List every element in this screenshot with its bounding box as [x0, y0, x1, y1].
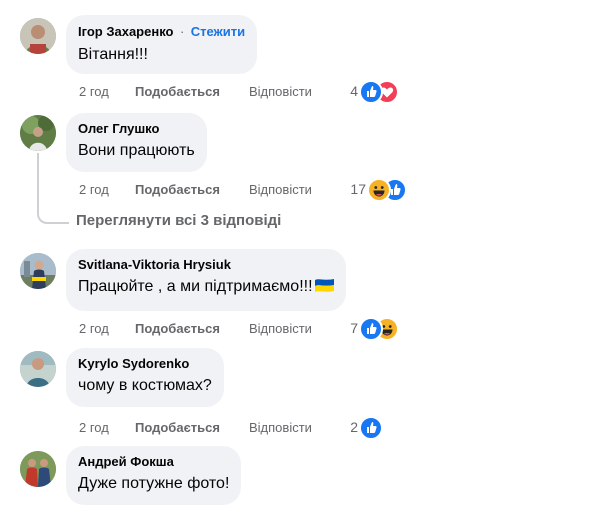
comment-bubble: Ігор Захаренко · Стежити Вітання!!! [66, 15, 258, 74]
comment-bubble: Андрей Фокша Дуже потужне фото! [66, 446, 242, 505]
like-button[interactable]: Подобається [135, 321, 220, 337]
haha-icon [367, 178, 391, 202]
follow-button[interactable]: Стежити [191, 24, 245, 39]
like-icon [359, 416, 383, 440]
reaction-summary[interactable]: 17 [346, 178, 412, 202]
view-all-replies-link[interactable]: Переглянути всі 3 відповіді [76, 212, 281, 229]
comment-author[interactable]: Олег Глушко [78, 121, 195, 137]
comment-text: Вони працюють [78, 142, 195, 159]
thread-connector-line [37, 153, 69, 224]
comment-text: Працюйте , а ми підтримаємо!!! [78, 278, 313, 295]
reaction-count: 17 [350, 181, 366, 197]
comment-bubble: Олег Глушко Вони працюють [66, 113, 207, 172]
reaction-summary[interactable]: 4 [340, 80, 404, 104]
comment-time[interactable]: 2 год [79, 321, 109, 337]
avatar[interactable] [20, 351, 56, 387]
comment-author[interactable]: Андрей Фокша [78, 454, 229, 470]
like-button[interactable]: Подобається [135, 420, 220, 436]
reaction-count: 7 [350, 320, 358, 336]
comment-time[interactable]: 2 год [79, 420, 109, 436]
reply-button[interactable]: Відповісти [249, 321, 312, 337]
ukraine-flag-icon [314, 277, 334, 292]
comment-author[interactable]: Svitlana-Viktoria Hrysiuk [78, 257, 334, 273]
comment-time[interactable]: 2 год [79, 182, 109, 198]
like-icon [359, 317, 383, 341]
like-button[interactable]: Подобається [135, 182, 220, 198]
comment-time[interactable]: 2 год [79, 84, 109, 100]
avatar[interactable] [20, 18, 56, 54]
reaction-summary[interactable]: 7 [340, 317, 404, 341]
comment-text: Вітання!!! [78, 46, 148, 63]
comment-text-row: Працюйте , а ми підтримаємо!!! [78, 276, 334, 297]
separator-dot: · [179, 24, 185, 39]
reaction-count: 4 [350, 83, 358, 99]
like-button[interactable]: Подобається [135, 84, 220, 100]
comment-text: чому в костюмах? [78, 377, 212, 394]
comment-bubble: Svitlana-Viktoria Hrysiuk Працюйте , а м… [66, 249, 346, 311]
comment-author[interactable]: Ігор Захаренко [78, 24, 173, 39]
avatar[interactable] [20, 115, 56, 151]
like-icon [359, 80, 383, 104]
reply-button[interactable]: Відповісти [249, 84, 312, 100]
reply-button[interactable]: Відповісти [249, 182, 312, 198]
avatar[interactable] [20, 451, 56, 487]
reaction-summary[interactable]: 2 [340, 416, 388, 440]
reply-button[interactable]: Відповісти [249, 420, 312, 436]
comment-text: Дуже потужне фото! [78, 475, 230, 492]
comment-author[interactable]: Kyrylo Sydorenko [78, 356, 212, 372]
avatar[interactable] [20, 253, 56, 289]
comment-bubble: Kyrylo Sydorenko чому в костюмах? [66, 348, 224, 407]
reaction-count: 2 [350, 419, 358, 435]
